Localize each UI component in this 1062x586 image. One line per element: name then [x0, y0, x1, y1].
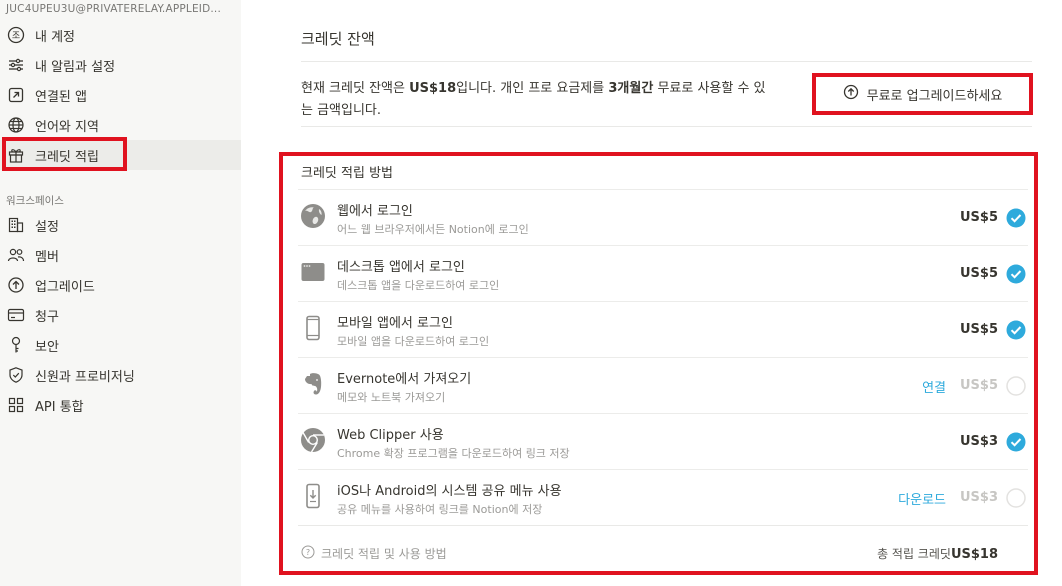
sidebar-item-label: 크레딧 적립 — [35, 149, 99, 165]
method-amount: US$5 — [959, 266, 998, 281]
method-amount: US$5 — [959, 322, 998, 337]
sidebar-item-label: 내 계정 — [35, 29, 76, 45]
method-amount: US$5 — [959, 210, 998, 225]
checkmark-icon — [1006, 320, 1026, 340]
credit-method-desktop-login: 데스크톱 앱에서 로그인 데스크톱 앱을 다운로드하여 로그인 US$5 — [298, 245, 1028, 301]
method-title: iOS나 Android의 시스템 공유 메뉴 사용 — [337, 484, 562, 499]
sidebar-item-earn-credit[interactable]: 크레딧 적립 — [0, 140, 241, 170]
checkmark-icon — [1006, 208, 1026, 228]
share-phone-icon — [300, 483, 326, 509]
section-title: 크레딧 적립 방법 — [301, 166, 393, 181]
divider — [301, 126, 1032, 127]
help-link-label: 크레딧 적립 및 사용 방법 — [321, 547, 447, 561]
sidebar-item-label: 내 알림과 설정 — [35, 59, 116, 75]
upgrade-icon — [6, 275, 26, 295]
sidebar-item-identity-provisioning[interactable]: 신원과 프로비저닝 — [0, 360, 241, 390]
sidebar-item-notifications[interactable]: 내 알림과 설정 — [0, 50, 241, 80]
checkmark-icon — [1006, 264, 1026, 284]
sidebar-item-label: 보안 — [35, 339, 59, 355]
sidebar-item-label: 설정 — [35, 219, 59, 235]
free-duration: 3개월간 — [608, 81, 654, 96]
balance-amount: US$18 — [409, 81, 457, 96]
empty-circle-icon — [1006, 488, 1026, 508]
people-icon — [6, 245, 26, 265]
sidebar-item-billing[interactable]: 청구 — [0, 300, 241, 330]
total-credit: 총 적립 크레딧US$18 — [877, 545, 998, 562]
method-description: Chrome 확장 프로그램을 다운로드하여 링크 저장 — [337, 447, 570, 460]
connect-link[interactable]: 연결 — [922, 377, 946, 396]
sidebar-item-label: 연결된 앱 — [35, 89, 87, 105]
upgrade-icon — [843, 84, 859, 104]
grid-icon — [6, 395, 26, 415]
sidebar-item-label: 청구 — [35, 309, 59, 325]
checkmark-icon — [1006, 432, 1026, 452]
page-title: 크레딧 잔액 — [301, 30, 375, 48]
globe-icon — [6, 115, 26, 135]
mobile-icon — [300, 315, 326, 341]
method-amount: US$3 — [959, 490, 998, 505]
method-title: 모바일 앱에서 로그인 — [337, 316, 453, 331]
total-credit-label: 총 적립 크레딧 — [877, 547, 951, 561]
credit-balance-text: 현재 크레딧 잔액은 US$18입니다. 개인 프로 요금제를 3개월간 무료로… — [301, 81, 766, 118]
sidebar-item-settings[interactable]: 설정 — [0, 210, 241, 240]
credit-method-web-login: 웹에서 로그인 어느 웹 브라우저에서든 Notion에 로그인 US$5 — [298, 189, 1028, 245]
svg-text:?: ? — [306, 548, 310, 557]
building-icon — [6, 215, 26, 235]
method-description: 모바일 앱을 다운로드하여 로그인 — [337, 335, 490, 348]
sidebar-item-language-region[interactable]: 언어와 지역 — [0, 110, 241, 140]
upgrade-for-free-button[interactable]: 무료로 업그레이드하세요 — [812, 73, 1033, 115]
svg-text:조: 조 — [12, 32, 20, 42]
account-icon: 조 — [6, 25, 26, 45]
method-title: Web Clipper 사용 — [337, 428, 444, 443]
settings-sidebar: JUC4UPEU3U@PRIVATERELAY.APPLEID... 조 내 계… — [0, 0, 241, 586]
sliders-icon — [6, 55, 26, 75]
shield-icon — [6, 365, 26, 385]
method-title: 데스크톱 앱에서 로그인 — [337, 260, 465, 275]
credit-method-web-clipper: Web Clipper 사용 Chrome 확장 프로그램을 다운로드하여 링크… — [298, 413, 1028, 469]
gift-icon — [6, 145, 26, 165]
credit-method-share-menu: iOS나 Android의 시스템 공유 메뉴 사용 공유 메뉴를 사용하여 링… — [298, 469, 1028, 525]
evernote-icon — [300, 371, 326, 397]
external-link-icon — [6, 85, 26, 105]
desktop-icon — [300, 259, 326, 285]
web-globe-icon — [300, 203, 326, 229]
workspace-section-label: 워크스페이스 — [6, 195, 64, 207]
method-description: 메모와 노트북 가져오기 — [337, 391, 446, 404]
divider — [298, 525, 1028, 526]
method-description: 공유 메뉴를 사용하여 링크를 Notion에 저장 — [337, 503, 543, 516]
key-icon — [6, 335, 26, 355]
sidebar-item-label: 멤버 — [35, 249, 59, 265]
credit-method-evernote-import: Evernote에서 가져오기 메모와 노트북 가져오기 연결 US$5 — [298, 357, 1028, 413]
account-email: JUC4UPEU3U@PRIVATERELAY.APPLEID... — [6, 3, 221, 15]
method-amount: US$5 — [959, 378, 998, 393]
question-icon: ? — [301, 545, 315, 562]
sidebar-item-label: 언어와 지역 — [35, 119, 99, 135]
credit-help-link[interactable]: ? 크레딧 적립 및 사용 방법 — [301, 545, 447, 562]
sidebar-item-connected-apps[interactable]: 연결된 앱 — [0, 80, 241, 110]
sidebar-item-label: 업그레이드 — [35, 279, 95, 295]
credit-method-mobile-login: 모바일 앱에서 로그인 모바일 앱을 다운로드하여 로그인 US$5 — [298, 301, 1028, 357]
method-amount: US$3 — [959, 434, 998, 449]
card-icon — [6, 305, 26, 325]
download-link[interactable]: 다운로드 — [898, 489, 946, 508]
total-credit-amount: US$18 — [950, 547, 998, 562]
sidebar-item-my-account[interactable]: 조 내 계정 — [0, 20, 241, 50]
sidebar-item-label: API 통합 — [35, 399, 84, 415]
sidebar-item-api-integrations[interactable]: API 통합 — [0, 390, 241, 420]
method-title: 웹에서 로그인 — [337, 204, 413, 219]
sidebar-item-members[interactable]: 멤버 — [0, 240, 241, 270]
upgrade-button-label: 무료로 업그레이드하세요 — [866, 88, 1003, 104]
sidebar-item-upgrade[interactable]: 업그레이드 — [0, 270, 241, 300]
sidebar-item-security[interactable]: 보안 — [0, 330, 241, 360]
method-title: Evernote에서 가져오기 — [337, 372, 472, 387]
method-description: 데스크톱 앱을 다운로드하여 로그인 — [337, 279, 500, 292]
divider — [301, 61, 1032, 62]
empty-circle-icon — [1006, 376, 1026, 396]
sidebar-item-label: 신원과 프로비저닝 — [35, 369, 135, 385]
chrome-icon — [300, 427, 326, 453]
method-description: 어느 웹 브라우저에서든 Notion에 로그인 — [337, 223, 529, 236]
